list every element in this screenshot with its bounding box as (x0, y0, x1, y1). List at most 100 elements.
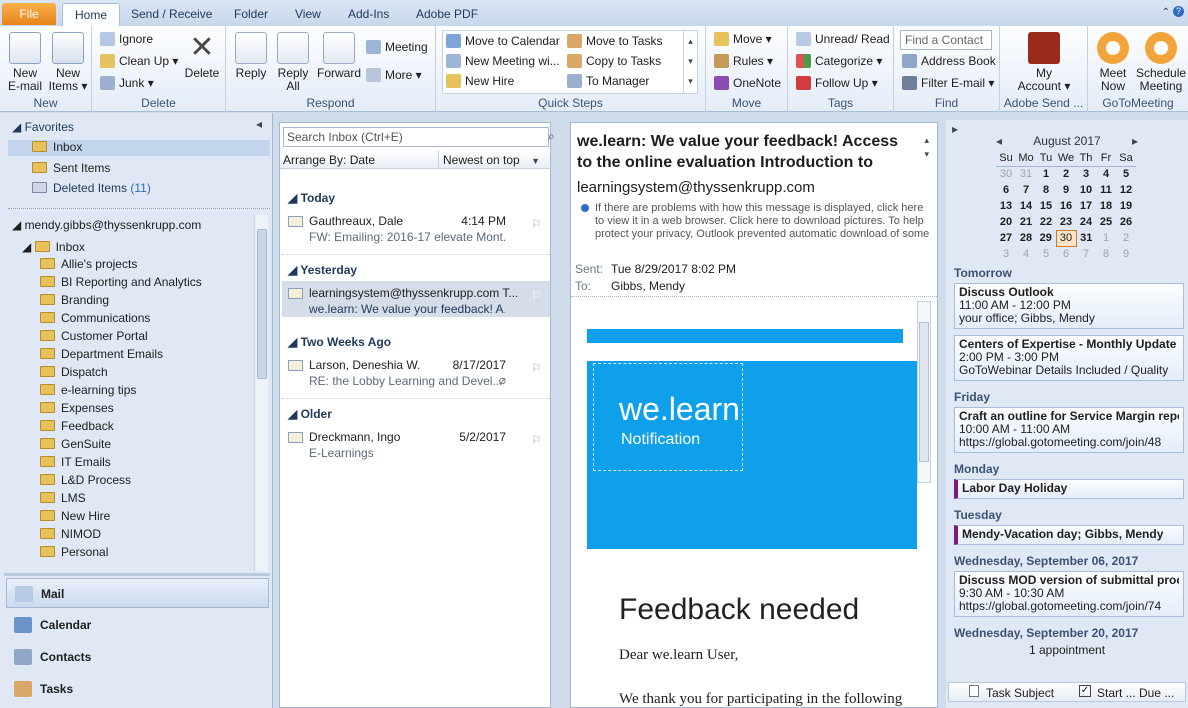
help-icon[interactable]: ? (1173, 6, 1184, 17)
calendar-day[interactable]: 8 (1096, 246, 1116, 262)
quick-step-new-meeting[interactable]: New Meeting wi... (446, 52, 560, 70)
folder-item[interactable]: Department Emails (40, 347, 163, 361)
calendar-day[interactable]: 28 (1016, 230, 1036, 246)
calendar-day[interactable]: 11 (1096, 182, 1116, 198)
favorite-inbox[interactable]: Inbox (8, 140, 270, 156)
flag-icon[interactable]: ⚐ (531, 217, 542, 231)
tab-add-ins[interactable]: Add-Ins (348, 7, 389, 21)
calendar-day[interactable]: 9 (1116, 246, 1136, 262)
categorize-button[interactable]: Categorize ▾ (796, 52, 882, 70)
folder-item[interactable]: Feedback (40, 419, 114, 433)
delete-button[interactable]: ✕ Delete (184, 32, 220, 80)
search-inbox-input[interactable]: Search Inbox (Ctrl+E) (283, 127, 549, 147)
message-row[interactable]: Gauthreaux, Dale 4:14 PM FW: Emailing: 201… (282, 209, 550, 255)
new-items-button[interactable]: New Items ▾ (48, 32, 88, 93)
group-header-two-weeks-ago[interactable]: ◢ Two Weeks Ago (288, 335, 391, 349)
calendar-day[interactable]: 10 (1076, 182, 1096, 198)
group-header-today[interactable]: ◢ Today (288, 191, 335, 205)
prev-month-icon[interactable]: ◂ (996, 134, 1002, 148)
meeting-button[interactable]: Meeting (366, 38, 428, 56)
onenote-button[interactable]: OneNote (714, 74, 781, 92)
appointment-all-day[interactable]: Mendy-Vacation day; Gibbs, Mendy (954, 525, 1184, 545)
folder-item[interactable]: L&D Process (40, 473, 131, 487)
address-book-button[interactable]: Address Book (902, 52, 996, 70)
message-row[interactable]: Larson, Deneshia W. 8/17/2017 RE: the Lobb… (282, 353, 550, 399)
collapse-ribbon-icon[interactable]: ⌃ (1162, 7, 1170, 18)
folder-item[interactable]: Dispatch (40, 365, 108, 379)
appointment-count[interactable]: 1 appointment (946, 643, 1188, 657)
calendar-day[interactable]: 30 (1055, 229, 1077, 247)
appointment[interactable]: Discuss MOD version of submittal process… (954, 571, 1184, 617)
expand-todo-icon[interactable]: ▸ (952, 122, 958, 136)
calendar-day[interactable]: 25 (1096, 214, 1116, 230)
find-contact-input[interactable]: Find a Contact (900, 30, 992, 50)
tab-folder[interactable]: Folder (234, 7, 268, 21)
folder-item[interactable]: IT Emails (40, 455, 111, 469)
calendar-day[interactable]: 13 (996, 198, 1016, 214)
quick-step-new-hire[interactable]: New Hire (446, 72, 514, 90)
folder-item[interactable]: Personal (40, 545, 108, 559)
folder-item[interactable]: New Hire (40, 509, 110, 523)
inbox-folder[interactable]: ◢ Inbox (22, 240, 85, 254)
flag-icon[interactable]: ⚐ (531, 433, 542, 447)
calendar-day[interactable]: 2 (1116, 230, 1136, 246)
tab-adobe-pdf[interactable]: Adobe PDF (416, 7, 478, 21)
info-bar[interactable]: If there are problems with how this mess… (595, 202, 931, 242)
calendar-day[interactable]: 20 (996, 214, 1016, 230)
calendar-day[interactable]: 6 (996, 182, 1016, 198)
move-button[interactable]: Move ▾ (714, 30, 772, 48)
calendar-day[interactable]: 5 (1116, 166, 1136, 182)
schedule-meeting-button[interactable]: Schedule Meeting (1136, 32, 1186, 93)
quick-step-copy-to-tasks[interactable]: Copy to Tasks (567, 52, 661, 70)
calendar-day[interactable]: 1 (1036, 166, 1056, 182)
appointment[interactable]: Centers of Expertise - Monthly Update Ca… (954, 335, 1184, 381)
calendar-day[interactable]: 21 (1016, 214, 1036, 230)
clean-up-button[interactable]: Clean Up ▾ (100, 52, 178, 70)
folder-item[interactable]: Customer Portal (40, 329, 148, 343)
nav-button-calendar[interactable]: Calendar (6, 610, 269, 640)
tab-send-receive[interactable]: Send / Receive (131, 7, 212, 21)
calendar-day[interactable]: 24 (1076, 214, 1096, 230)
folder-item[interactable]: Branding (40, 293, 109, 307)
newest-on-top[interactable]: Newest on top ▼ (438, 151, 544, 168)
appointment[interactable]: Discuss Outlook 11:00 AM - 12:00 PM your o… (954, 283, 1184, 329)
reading-scrollbar[interactable] (917, 301, 931, 483)
nav-scrollbar[interactable] (254, 215, 268, 571)
quick-step-move-to-tasks[interactable]: Move to Tasks (567, 32, 662, 50)
arrange-by-date[interactable]: Arrange By: Date (283, 153, 375, 167)
calendar-day[interactable]: 3 (1076, 166, 1096, 182)
nav-button-tasks[interactable]: Tasks (6, 674, 269, 704)
nav-scroll-thumb[interactable] (257, 229, 267, 379)
tab-file[interactable]: File (2, 3, 56, 25)
folder-item[interactable]: Communications (40, 311, 150, 325)
follow-up-button[interactable]: Follow Up ▾ (796, 74, 878, 92)
calendar-day[interactable]: 18 (1096, 198, 1116, 214)
folder-item[interactable]: Allie's projects (40, 257, 137, 271)
calendar-day[interactable]: 29 (1036, 230, 1056, 246)
calendar-day[interactable]: 2 (1056, 166, 1076, 182)
quick-step-move-to-calendar[interactable]: Move to Calendar (446, 32, 560, 50)
appointment[interactable]: Craft an outline for Service Margin repo… (954, 407, 1184, 453)
calendar-day[interactable]: 3 (996, 246, 1016, 262)
calendar-day[interactable]: 12 (1116, 182, 1136, 198)
reply-all-button[interactable]: Reply All (274, 32, 312, 93)
message-row[interactable]: Dreckmann, Ingo 5/2/2017 E-Learnings ⚐ (282, 425, 550, 471)
folder-item[interactable]: e-learning tips (40, 383, 136, 397)
calendar-day[interactable]: 8 (1036, 182, 1056, 198)
calendar-day[interactable]: 15 (1036, 198, 1056, 214)
calendar-day[interactable]: 23 (1056, 214, 1076, 230)
favorite-deleted-items[interactable]: Deleted Items (11) (32, 181, 151, 195)
calendar-day[interactable]: 22 (1036, 214, 1056, 230)
calendar-day[interactable]: 31 (1016, 166, 1036, 182)
due-header[interactable]: Due ... (1139, 686, 1174, 700)
forward-button[interactable]: Forward (316, 32, 362, 80)
folder-item[interactable]: BI Reporting and Analytics (40, 275, 202, 289)
calendar-day[interactable]: 4 (1016, 246, 1036, 262)
folder-item[interactable]: NIMOD (40, 527, 101, 541)
header-scroll[interactable]: ▴ ▾ (924, 133, 929, 161)
group-header-yesterday[interactable]: ◢ Yesterday (288, 263, 357, 277)
nav-splitter[interactable] (4, 573, 270, 576)
quick-steps-scroll[interactable]: ▴ ▾ ▾ (683, 31, 697, 93)
calendar-day[interactable]: 19 (1116, 198, 1136, 214)
to-recipient[interactable]: Gibbs, Mendy (611, 279, 685, 293)
